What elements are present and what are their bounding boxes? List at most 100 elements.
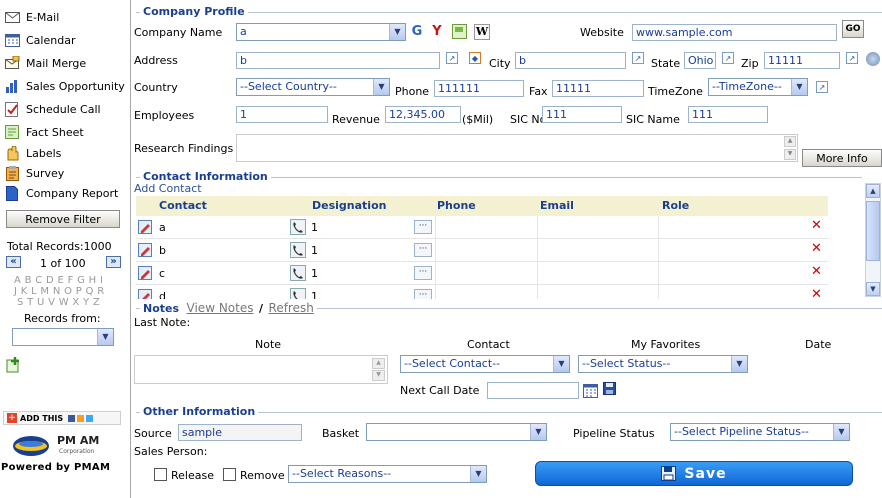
sidebar-item-labels[interactable]: Labels bbox=[0, 142, 130, 164]
save-note-icon[interactable] bbox=[603, 382, 616, 398]
address-picker-icon[interactable]: ↗ bbox=[446, 52, 458, 64]
google-search-icon[interactable]: G bbox=[409, 24, 425, 40]
research-findings-textarea[interactable]: ▲ ▼ bbox=[236, 134, 798, 162]
wikipedia-search-icon[interactable]: W bbox=[474, 24, 490, 40]
sidebar-item-sales-opportunity[interactable]: Sales Opportunity bbox=[0, 75, 130, 97]
floppy-disk-icon bbox=[661, 466, 677, 481]
revenue-field[interactable]: 12,345.00 bbox=[385, 106, 461, 123]
calendar-picker-icon[interactable] bbox=[583, 383, 598, 401]
timezone-picker-icon[interactable]: ↗ bbox=[816, 81, 828, 93]
refresh-link[interactable]: Refresh bbox=[269, 301, 314, 315]
scroll-down-icon[interactable]: ▼ bbox=[866, 282, 880, 296]
add-record-icon[interactable] bbox=[6, 357, 22, 376]
state-field[interactable]: Ohio bbox=[684, 52, 716, 69]
zip-picker-icon[interactable]: ↗ bbox=[846, 52, 858, 64]
address-field[interactable]: b bbox=[236, 52, 440, 69]
next-call-date-field[interactable] bbox=[487, 382, 579, 399]
sidebar-item-email[interactable]: E-Mail bbox=[0, 6, 130, 28]
more-options-icon[interactable]: ··· bbox=[414, 243, 432, 257]
timezone-select[interactable]: --TimeZone-- ▼ bbox=[708, 78, 808, 96]
phone-call-icon[interactable] bbox=[290, 265, 306, 284]
remove-filter-button[interactable]: Remove Filter bbox=[6, 210, 120, 228]
website-go-button[interactable]: GO bbox=[842, 20, 864, 38]
sidebar-item-company-report[interactable]: Company Report bbox=[0, 182, 130, 204]
employees-field[interactable]: 1 bbox=[236, 106, 328, 123]
sic-no-field[interactable]: 111 bbox=[542, 106, 622, 123]
phone-call-icon[interactable] bbox=[290, 288, 306, 299]
more-options-icon[interactable]: ··· bbox=[414, 289, 432, 299]
country-select[interactable]: --Select Country-- ▼ bbox=[236, 78, 390, 96]
more-options-icon[interactable]: ··· bbox=[414, 266, 432, 280]
phone-field[interactable]: 111111 bbox=[434, 80, 524, 97]
sidebar-item-schedule-call[interactable]: Schedule Call bbox=[0, 98, 130, 120]
contact-name: d bbox=[159, 290, 166, 299]
phone-call-icon[interactable] bbox=[290, 242, 306, 261]
records-from-select[interactable]: ▼ bbox=[12, 328, 114, 346]
add-contact-link[interactable]: Add Contact bbox=[134, 182, 202, 195]
source-field[interactable]: sample bbox=[178, 424, 302, 441]
table-row[interactable]: b 1 ··· ✕ bbox=[136, 239, 828, 262]
website-field[interactable]: www.sample.com bbox=[632, 24, 837, 41]
scroll-down-icon[interactable]: ▼ bbox=[372, 370, 385, 381]
city-field[interactable]: b bbox=[515, 52, 626, 69]
map-icon[interactable]: ◆ bbox=[469, 52, 481, 64]
save-label: Save bbox=[684, 465, 727, 482]
delete-icon[interactable]: ✕ bbox=[811, 264, 822, 279]
more-info-button[interactable]: More Info bbox=[802, 149, 882, 167]
note-textarea[interactable]: ▲ ▼ bbox=[134, 355, 388, 384]
share-icon bbox=[77, 414, 85, 422]
sidebar-item-mail-merge[interactable]: Mail Merge bbox=[0, 52, 130, 74]
contacts-scrollbar[interactable]: ▲ ▼ bbox=[865, 183, 881, 297]
add-this-button[interactable]: + ADD THIS bbox=[3, 411, 121, 425]
prev-page-button[interactable]: « bbox=[6, 256, 21, 268]
pipeline-status-select[interactable]: --Select Pipeline Status-- ▼ bbox=[670, 423, 850, 441]
table-row[interactable]: a 1 ··· ✕ bbox=[136, 216, 828, 239]
sic-name-field[interactable]: 111 bbox=[688, 106, 768, 123]
alpha-filter-row-2[interactable]: J K L M N O P Q R bbox=[14, 286, 104, 297]
fax-field[interactable]: 11111 bbox=[552, 80, 644, 97]
more-options-icon[interactable]: ··· bbox=[414, 220, 432, 234]
alpha-filter-row-1[interactable]: A B C D E F G H I bbox=[14, 275, 103, 286]
scroll-up-icon[interactable]: ▲ bbox=[784, 136, 796, 147]
chevron-down-icon: ▼ bbox=[97, 329, 113, 345]
delete-icon[interactable]: ✕ bbox=[811, 287, 822, 299]
scroll-up-icon[interactable]: ▲ bbox=[372, 358, 385, 369]
edit-icon[interactable] bbox=[138, 220, 152, 237]
city-picker-icon[interactable]: ↗ bbox=[632, 52, 644, 64]
edit-icon[interactable] bbox=[138, 289, 152, 299]
edit-icon[interactable] bbox=[138, 243, 152, 260]
phone-call-icon[interactable] bbox=[290, 219, 306, 238]
delete-icon[interactable]: ✕ bbox=[811, 218, 822, 233]
page-info: 1 of 100 bbox=[40, 257, 86, 270]
basket-select[interactable]: ▼ bbox=[366, 423, 547, 441]
sidebar-item-survey[interactable]: Survey bbox=[0, 162, 130, 184]
delete-icon[interactable]: ✕ bbox=[811, 241, 822, 256]
zip-field[interactable]: 11111 bbox=[764, 52, 840, 69]
scroll-down-icon[interactable]: ▼ bbox=[784, 149, 796, 160]
company-name-select[interactable]: a ▼ bbox=[236, 23, 406, 41]
view-notes-link[interactable]: View Notes bbox=[187, 301, 254, 315]
table-row[interactable]: d 1 ··· ✕ bbox=[136, 285, 828, 299]
status-select[interactable]: --Select Status-- ▼ bbox=[578, 355, 748, 373]
sidebar-item-calendar[interactable]: Calendar bbox=[0, 29, 130, 51]
globe-icon[interactable] bbox=[866, 52, 880, 66]
remove-checkbox[interactable] bbox=[223, 468, 236, 481]
note-contact-select[interactable]: --Select Contact-- ▼ bbox=[400, 355, 570, 373]
sidebar-item-label: Company Report bbox=[26, 186, 119, 200]
alpha-filter-row-3[interactable]: S T U V W X Y Z bbox=[17, 297, 100, 308]
table-row[interactable]: c 1 ··· ✕ bbox=[136, 262, 828, 285]
state-picker-icon[interactable]: ↗ bbox=[722, 52, 734, 64]
col-designation: Designation bbox=[312, 199, 387, 212]
release-checkbox[interactable] bbox=[154, 468, 167, 481]
news-search-icon[interactable] bbox=[452, 24, 468, 40]
country-value: --Select Country-- bbox=[240, 80, 337, 93]
last-note-label: Last Note: bbox=[134, 316, 191, 329]
save-button[interactable]: Save bbox=[535, 461, 853, 486]
yahoo-search-icon[interactable]: Y bbox=[429, 24, 445, 40]
next-page-button[interactable]: » bbox=[106, 256, 121, 268]
scroll-thumb[interactable] bbox=[866, 201, 880, 261]
scroll-up-icon[interactable]: ▲ bbox=[866, 184, 880, 198]
edit-icon[interactable] bbox=[138, 266, 152, 283]
reasons-select[interactable]: --Select Reasons-- ▼ bbox=[288, 465, 487, 483]
sidebar-item-fact-sheet[interactable]: Fact Sheet bbox=[0, 121, 130, 143]
